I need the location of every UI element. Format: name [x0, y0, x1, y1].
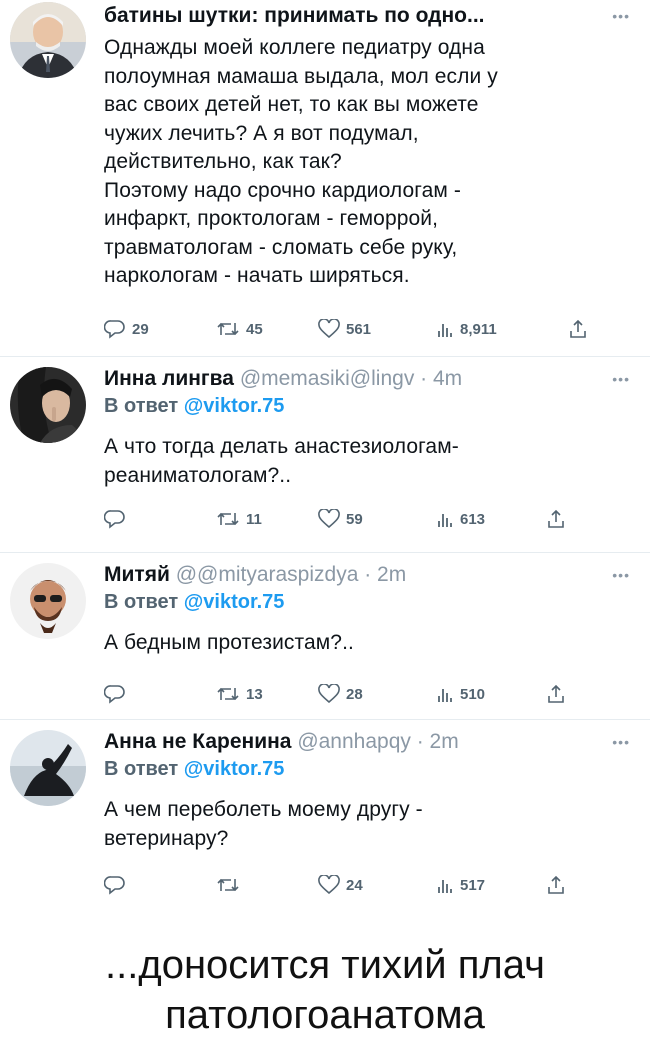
retweet-icon — [216, 509, 240, 529]
tweet-actions: 11 59 613 — [104, 504, 604, 534]
more-icon[interactable]: ••• — [612, 8, 630, 24]
share-button[interactable] — [546, 679, 566, 709]
reply-to-line: В ответ @viktor.75 — [104, 393, 624, 419]
reply-button[interactable] — [104, 504, 132, 534]
retweet-icon — [216, 684, 240, 704]
tweet-header: батины шутки: принимать по одно... — [104, 2, 624, 30]
tweet-2[interactable]: Митяй @@mityaraspizdya · 2m В ответ @vik… — [0, 553, 650, 719]
retweet-count: 13 — [246, 685, 263, 703]
tweet-1[interactable]: Инна лингва @memasiki@lingv · 4m В ответ… — [0, 357, 650, 551]
heart-icon — [318, 684, 340, 704]
reply-to-user-link[interactable]: @viktor.75 — [184, 591, 285, 613]
reply-icon — [104, 875, 126, 895]
more-icon[interactable]: ••• — [612, 567, 630, 583]
display-name[interactable]: батины шутки: принимать по одно... — [104, 4, 485, 27]
retweet-button[interactable] — [216, 870, 246, 900]
like-button[interactable]: 24 — [318, 870, 363, 900]
share-button[interactable] — [546, 504, 566, 534]
more-icon[interactable]: ••• — [612, 734, 630, 750]
avatar[interactable] — [10, 367, 86, 443]
views-count: 8,911 — [460, 320, 497, 338]
share-button[interactable] — [546, 870, 566, 900]
reply-to-user-link[interactable]: @viktor.75 — [184, 758, 285, 780]
caption-line-2: патологоанатома — [165, 993, 485, 1037]
like-count: 561 — [346, 320, 372, 338]
like-count: 24 — [346, 876, 363, 894]
reply-icon — [104, 509, 126, 529]
tweet-header: Митяй @@mityaraspizdya · 2m — [104, 561, 624, 589]
share-icon — [546, 875, 566, 895]
reply-button[interactable]: 29 — [104, 314, 149, 344]
more-icon[interactable]: ••• — [612, 371, 630, 387]
share-icon — [568, 319, 588, 339]
retweet-button[interactable]: 45 — [216, 314, 263, 344]
caption: ...доносится тихий плач патологоанатома — [0, 940, 650, 1040]
reply-to-label: В ответ — [104, 395, 179, 417]
reply-to-user-link[interactable]: @viktor.75 — [184, 395, 285, 417]
retweet-button[interactable]: 11 — [216, 504, 262, 534]
tweet-0[interactable]: батины шутки: принимать по одно... Однаж… — [0, 0, 650, 355]
tweet-text: А бедным протезистам?.. — [104, 631, 354, 654]
display-name[interactable]: Митяй — [104, 563, 170, 586]
tweet-text: А что тогда делать анастезиологам- реани… — [104, 435, 459, 487]
reply-button[interactable] — [104, 870, 132, 900]
retweet-icon — [216, 319, 240, 339]
avatar[interactable] — [10, 2, 86, 78]
tweet-actions: 24 517 — [104, 870, 604, 900]
avatar[interactable] — [10, 730, 86, 806]
caption-line-1: ...доносится тихий плач — [105, 943, 545, 987]
retweet-count: 45 — [246, 320, 263, 338]
tweet-header: Инна лингва @memasiki@lingv · 4m — [104, 365, 624, 393]
avatar[interactable] — [10, 563, 86, 639]
share-icon — [546, 684, 566, 704]
reply-to-label: В ответ — [104, 758, 179, 780]
reply-to-label: В ответ — [104, 591, 179, 613]
retweet-button[interactable]: 13 — [216, 679, 263, 709]
tweet-text: А чем переболеть моему другу - ветеринар… — [104, 798, 423, 850]
tweet-header: Анна не Каренина @annhapqy · 2m — [104, 728, 624, 756]
reply-count: 29 — [132, 320, 149, 338]
handle-and-time[interactable]: @@mityaraspizdya · 2m — [176, 563, 407, 586]
like-count: 28 — [346, 685, 363, 703]
views-count: 517 — [460, 876, 486, 894]
like-button[interactable]: 28 — [318, 679, 363, 709]
heart-icon — [318, 875, 340, 895]
retweet-count: 11 — [246, 510, 262, 528]
tweet-actions: 13 28 510 — [104, 679, 604, 709]
display-name[interactable]: Анна не Каренина — [104, 730, 291, 753]
handle-and-time[interactable]: @annhapqy · 2m — [297, 730, 458, 753]
heart-icon — [318, 319, 340, 339]
display-name[interactable]: Инна лингва — [104, 367, 234, 390]
views-icon — [436, 684, 454, 704]
handle-and-time[interactable]: @memasiki@lingv · 4m — [240, 367, 462, 390]
retweet-icon — [216, 875, 240, 895]
views-button[interactable]: 613 — [436, 504, 485, 534]
views-count: 613 — [460, 510, 486, 528]
views-button[interactable]: 8,911 — [436, 314, 497, 344]
reply-icon — [104, 684, 126, 704]
reply-to-line: В ответ @viktor.75 — [104, 756, 624, 782]
share-button[interactable] — [568, 314, 588, 344]
share-icon — [546, 509, 566, 529]
views-button[interactable]: 510 — [436, 679, 485, 709]
heart-icon — [318, 509, 340, 529]
views-icon — [436, 509, 454, 529]
views-button[interactable]: 517 — [436, 870, 485, 900]
reply-to-line: В ответ @viktor.75 — [104, 589, 624, 615]
views-count: 510 — [460, 685, 486, 703]
tweet-actions: 29 45 561 8,911 — [104, 314, 604, 344]
views-icon — [436, 319, 454, 339]
tweet-3[interactable]: Анна не Каренина @annhapqy · 2m В ответ … — [0, 720, 650, 916]
like-count: 59 — [346, 510, 363, 528]
like-button[interactable]: 59 — [318, 504, 363, 534]
like-button[interactable]: 561 — [318, 314, 371, 344]
views-icon — [436, 875, 454, 895]
reply-icon — [104, 319, 126, 339]
reply-button[interactable] — [104, 679, 132, 709]
tweet-text: Однажды моей коллеге педиатру одна полоу… — [104, 36, 498, 287]
